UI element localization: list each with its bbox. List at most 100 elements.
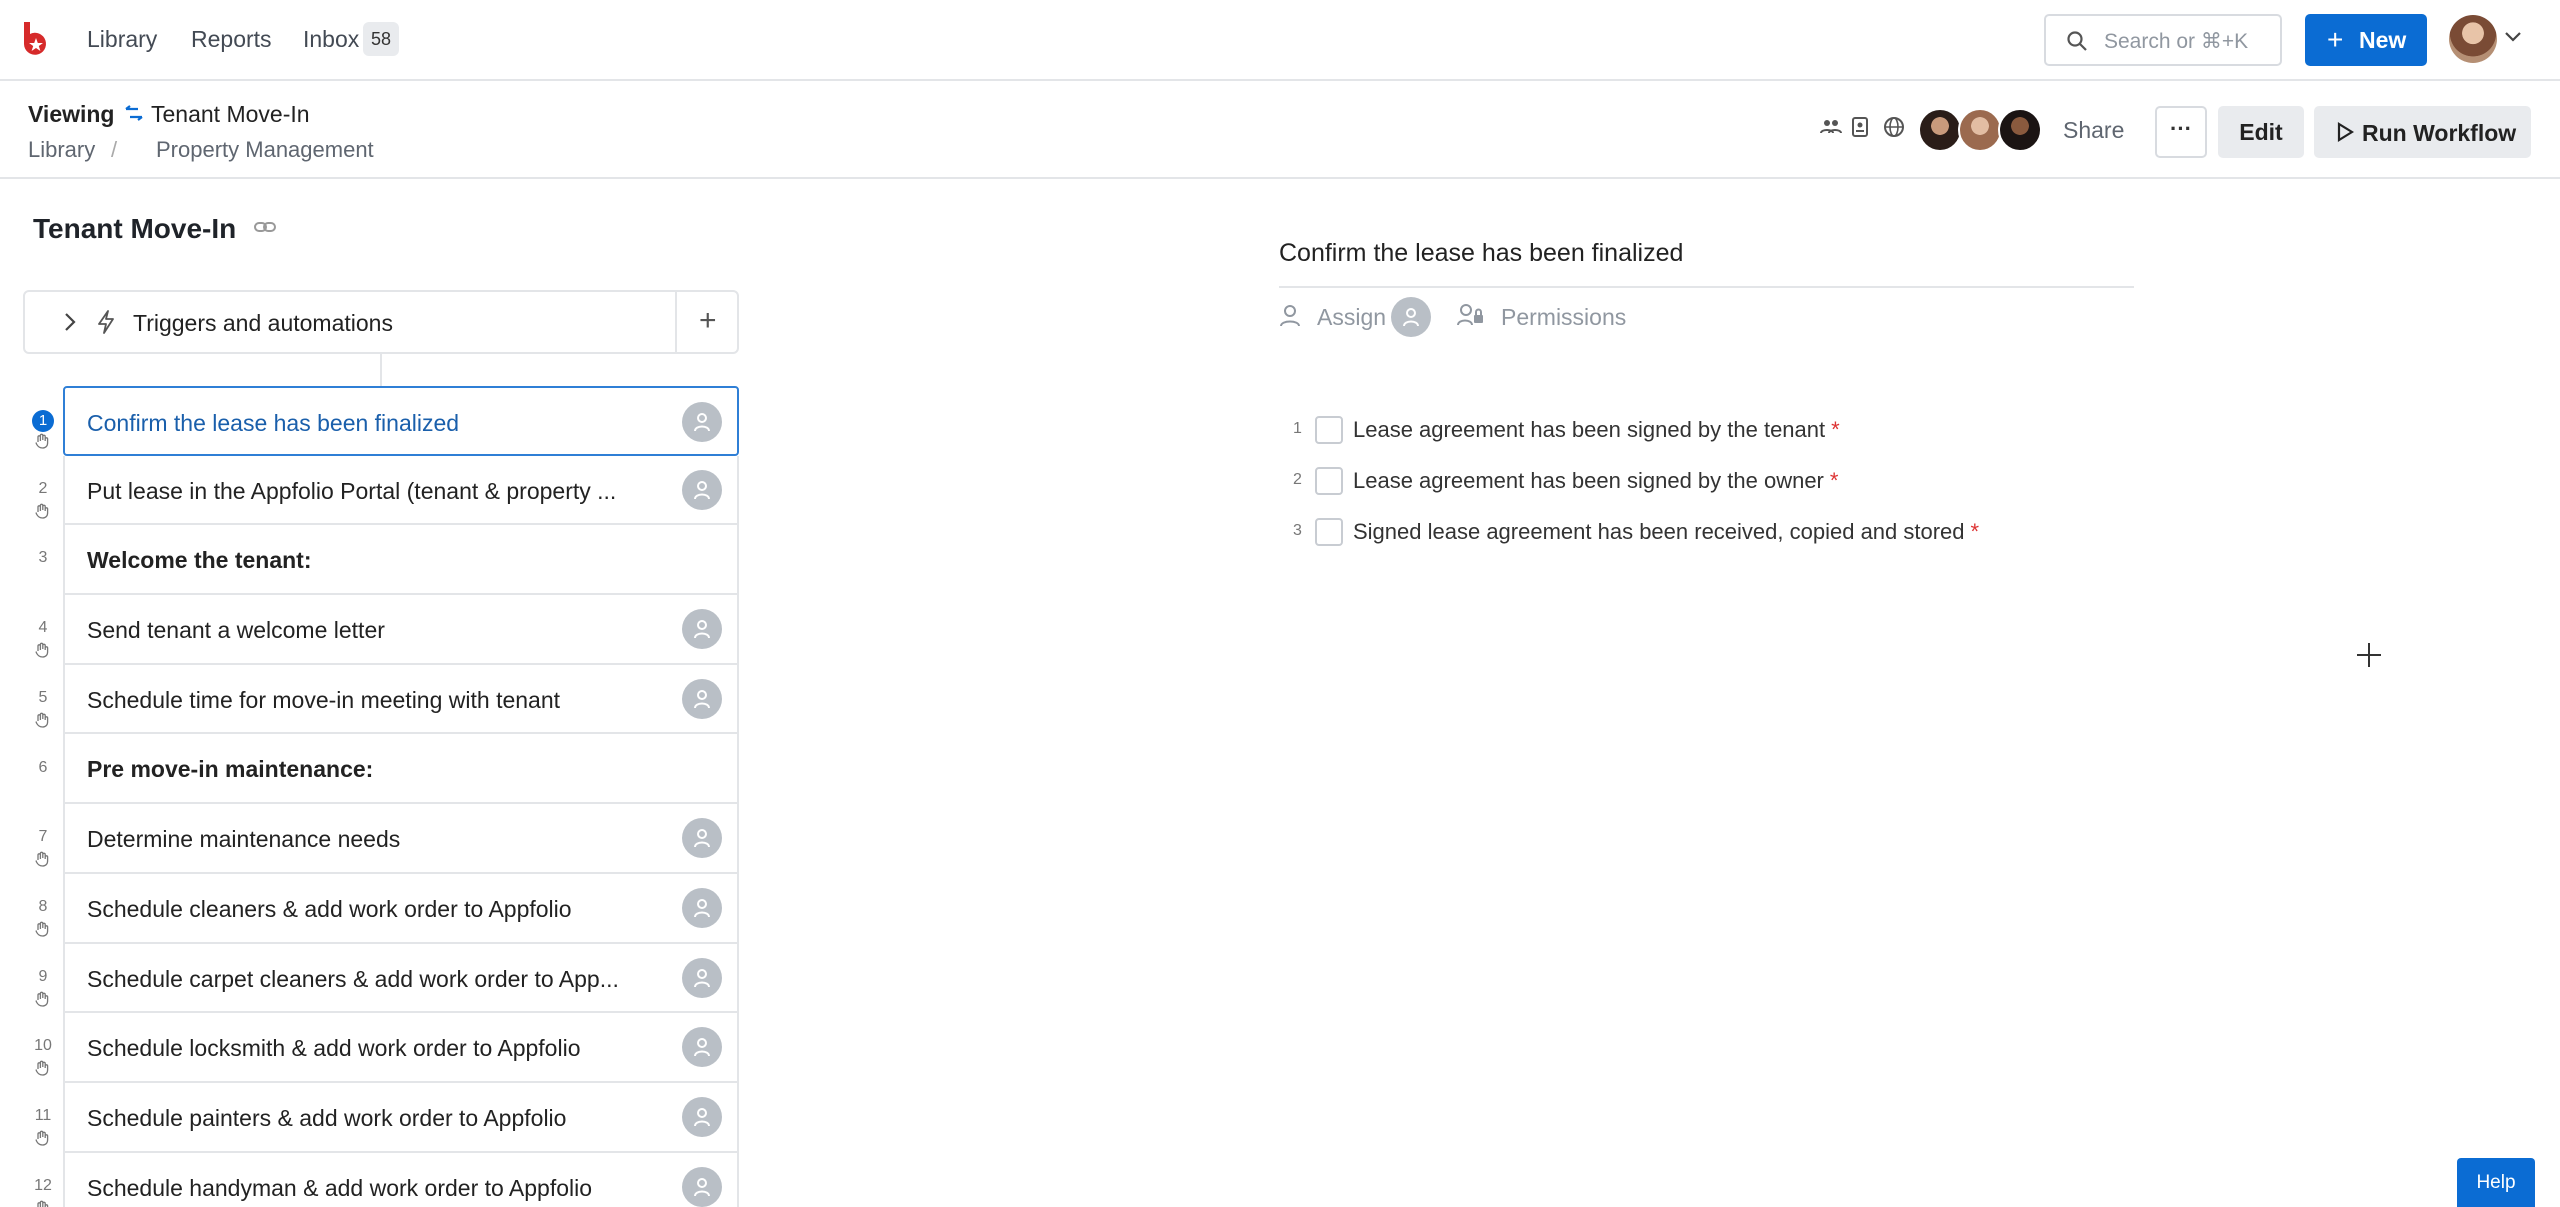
task-row[interactable]: Send tenant a welcome letter <box>63 595 739 665</box>
chevron-down-icon[interactable] <box>2503 30 2523 44</box>
required-marker: * <box>1970 519 1980 544</box>
globe-icon[interactable] <box>1883 116 1905 138</box>
more-options-button[interactable]: ··· <box>2155 106 2207 158</box>
assignee-avatar[interactable] <box>682 469 722 510</box>
task-number: 12 <box>34 1176 52 1194</box>
checkbox[interactable] <box>1315 416 1343 444</box>
user-icon <box>694 620 710 639</box>
user-avatar[interactable] <box>2449 15 2497 63</box>
task-heading[interactable]: Pre move-in maintenance: <box>63 734 739 805</box>
hand-icon <box>35 921 49 942</box>
hand-icon <box>35 503 49 524</box>
new-button[interactable]: + New <box>2305 14 2427 66</box>
search-icon <box>2067 31 2087 51</box>
assignee-avatar[interactable] <box>682 1096 722 1137</box>
chevron-right-icon[interactable] <box>63 312 77 332</box>
checklist-text: Lease agreement has been signed by the t… <box>1353 417 1826 442</box>
user-icon <box>694 689 710 709</box>
user-icon <box>1280 305 1300 327</box>
task-heading[interactable]: Welcome the tenant: <box>63 525 739 596</box>
hand-icon <box>35 991 49 1012</box>
help-button[interactable]: Help <box>2457 1158 2535 1207</box>
checklist-label: Lease agreement has been signed by the o… <box>1353 468 1838 494</box>
assignee-avatar[interactable] <box>682 887 722 928</box>
task-label: Determine maintenance needs <box>87 826 401 853</box>
member-avatar[interactable] <box>1998 108 2042 152</box>
checklist-label: Signed lease agreement has been received… <box>1353 519 1979 545</box>
assignee-avatar[interactable] <box>682 818 722 859</box>
assignee-avatar[interactable] <box>682 1027 722 1068</box>
checklist-number: 1 <box>1293 420 1302 437</box>
task-number: 7 <box>38 828 48 846</box>
task-number: 4 <box>38 619 48 637</box>
triggers-and-automations[interactable]: Triggers and automations + <box>23 290 739 354</box>
hand-icon <box>35 433 49 454</box>
task-row[interactable]: Schedule locksmith & add work order to A… <box>63 1013 739 1083</box>
member-avatar[interactable] <box>1958 108 2002 152</box>
hand-icon <box>35 1060 49 1081</box>
task-label: Schedule locksmith & add work order to A… <box>87 1035 581 1062</box>
task-number-badge: 1 <box>32 410 54 432</box>
assign-button[interactable]: Assign <box>1317 304 1386 331</box>
hand-icon <box>35 1130 49 1151</box>
task-row[interactable]: Schedule painters & add work order to Ap… <box>63 1082 739 1153</box>
assignee-avatar[interactable] <box>682 678 722 719</box>
checklist-text: Lease agreement has been signed by the o… <box>1353 468 1824 493</box>
required-marker: * <box>1829 468 1839 493</box>
id-badge-icon[interactable] <box>1851 116 1869 138</box>
link-icon[interactable] <box>253 218 277 236</box>
nav-reports[interactable]: Reports <box>191 26 272 53</box>
assignee-avatar[interactable] <box>682 402 722 442</box>
play-icon <box>2337 122 2354 142</box>
task-number: 8 <box>38 897 48 915</box>
edit-button[interactable]: Edit <box>2218 106 2304 158</box>
checkbox[interactable] <box>1315 518 1343 546</box>
task-row[interactable]: Determine maintenance needs <box>63 804 739 874</box>
assignee-avatar[interactable] <box>682 1166 722 1207</box>
user-icon <box>694 1107 710 1127</box>
task-row[interactable]: Schedule carpet cleaners & add work orde… <box>63 943 739 1014</box>
lightning-icon <box>98 310 114 334</box>
divider <box>1279 286 2134 288</box>
breadcrumb-folder[interactable]: Property Management <box>156 137 374 163</box>
task-label: Welcome the tenant: <box>87 547 312 574</box>
hand-icon <box>35 642 49 663</box>
add-trigger-button[interactable]: + <box>699 304 717 338</box>
task-row[interactable]: Schedule cleaners & add work order to Ap… <box>63 873 739 944</box>
user-lock-icon <box>1457 304 1483 326</box>
task-label: Schedule carpet cleaners & add work orde… <box>87 965 619 992</box>
triggers-label: Triggers and automations <box>133 310 393 336</box>
run-workflow-button[interactable]: Run Workflow <box>2314 106 2531 158</box>
task-row[interactable]: Put lease in the Appfolio Portal (tenant… <box>63 455 739 526</box>
task-label: Pre move-in maintenance: <box>87 756 374 783</box>
task-label: Send tenant a welcome letter <box>87 617 385 644</box>
hand-icon <box>35 1200 49 1207</box>
nav-library[interactable]: Library <box>87 26 157 53</box>
user-icon <box>694 1038 710 1057</box>
crosshair-cursor-icon <box>2357 643 2381 667</box>
workflow-name: Tenant Move-In <box>151 101 310 127</box>
task-number: 9 <box>38 967 48 985</box>
checklist-number: 3 <box>1293 522 1302 539</box>
users-icon[interactable] <box>1820 116 1842 138</box>
task-label: Schedule cleaners & add work order to Ap… <box>87 895 572 922</box>
permissions-button[interactable]: Permissions <box>1501 304 1626 331</box>
share-button[interactable]: Share <box>2063 117 2124 144</box>
member-avatar[interactable] <box>1918 108 1962 152</box>
breadcrumb-library[interactable]: Library <box>28 137 95 163</box>
task-row[interactable]: Schedule handyman & add work order to Ap… <box>63 1152 739 1207</box>
user-icon <box>694 829 710 848</box>
assignee-avatar[interactable] <box>682 609 722 650</box>
checkbox[interactable] <box>1315 467 1343 495</box>
search-placeholder: Search or ⌘+K <box>2104 30 2249 53</box>
task-label: Confirm the lease has been finalized <box>87 410 460 436</box>
search-input[interactable]: Search or ⌘+K <box>2044 14 2282 66</box>
task-row[interactable]: Schedule time for move-in meeting with t… <box>63 664 739 735</box>
checklist-number: 2 <box>1293 471 1302 488</box>
task-row[interactable]: Confirm the lease has been finalized <box>63 386 739 456</box>
assignee-avatar[interactable] <box>682 957 722 998</box>
nav-inbox[interactable]: Inbox <box>303 26 359 53</box>
assignee-avatar[interactable] <box>1391 297 1431 337</box>
task-detail-title[interactable]: Confirm the lease has been finalized <box>1279 239 1683 268</box>
app-logo-icon[interactable] <box>18 22 52 58</box>
